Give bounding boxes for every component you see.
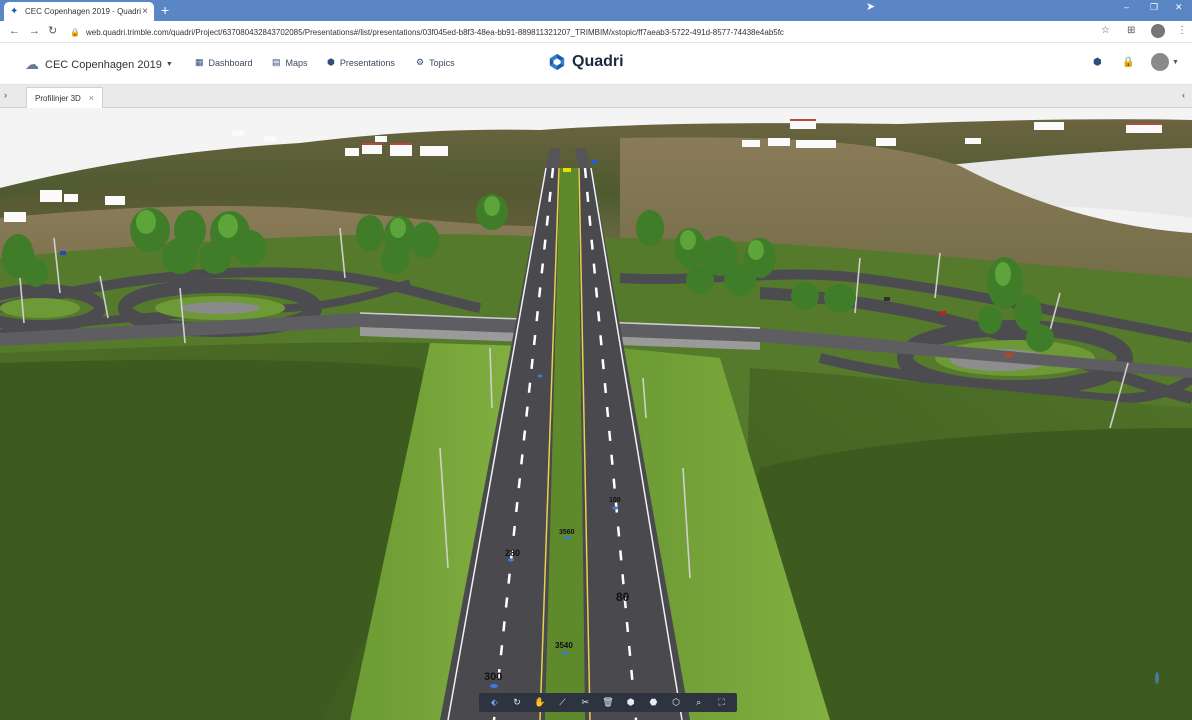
app-window: ✦ CEC Copenhagen 2019 - Quadri × + – ❐ ✕… — [0, 0, 1192, 720]
fullscreen-icon[interactable]: ⛶ — [714, 695, 730, 710]
expand-left-icon[interactable]: › — [4, 90, 7, 100]
hand-icon[interactable]: ✋ — [532, 695, 548, 710]
map-icon: ▤ — [272, 57, 281, 67]
url-field[interactable]: 🔒 web.quadri.trimble.com/quadri/Project/… — [70, 24, 1090, 40]
browser-menu-icon[interactable]: ⋮ — [1177, 25, 1187, 36]
nav-presentations-label: Presentations — [339, 57, 395, 68]
doc-tab-profilinjer-3d[interactable]: Profilinjer 3D × — [26, 87, 104, 108]
browser-profile-avatar[interactable] — [1151, 24, 1165, 38]
browser-tab[interactable]: ✦ CEC Copenhagen 2019 - Quadri × — [4, 2, 154, 21]
topic-icon: ⚙ — [416, 57, 425, 67]
collapse-right-icon[interactable]: ‹ — [1182, 90, 1185, 100]
maximize-icon[interactable]: ❐ — [1150, 2, 1158, 13]
quadri-logo-icon — [549, 53, 565, 71]
new-tab-button[interactable]: + — [161, 3, 169, 17]
cube-section-icon[interactable]: ⬣ — [645, 695, 661, 710]
project-selector[interactable]: ☁ CEC Copenhagen 2019 ▼ — [25, 56, 173, 73]
minimize-icon[interactable]: – — [1124, 2, 1129, 12]
scissors-icon[interactable]: ✂ — [577, 695, 593, 710]
cloud-icon: ☁ — [25, 56, 39, 72]
reload-icon[interactable]: ↻ — [48, 25, 57, 37]
quadri-favicon-icon: ✦ — [10, 5, 19, 17]
nav-maps[interactable]: ▤ Maps — [272, 57, 308, 68]
trash-icon[interactable]: 🗑 — [600, 695, 616, 710]
user-avatar[interactable] — [1151, 53, 1169, 71]
road-label-300: 300 — [484, 671, 503, 683]
nav-topics-label: Topics — [429, 57, 455, 68]
close-tab-icon[interactable]: × — [142, 6, 148, 17]
back-icon[interactable]: ← — [9, 25, 20, 37]
nav-maps-label: Maps — [285, 57, 308, 68]
app-header: ☁ CEC Copenhagen 2019 ▼ ▦ Dashboard ▤ Ma… — [0, 43, 1192, 85]
road-label-3560: 3560 — [559, 529, 575, 536]
caret-down-icon: ▼ — [165, 61, 173, 68]
3d-viewport[interactable]: 300 280 80 3540 3560 100 — [0, 108, 1192, 720]
zoom-icon[interactable]: ⌕ — [691, 695, 707, 710]
doc-tab-label: Profilinjer 3D — [35, 93, 81, 103]
browser-tab-strip: ✦ CEC Copenhagen 2019 - Quadri × + – ❐ ✕ — [0, 0, 1192, 21]
nav-dashboard[interactable]: ▦ Dashboard — [195, 57, 253, 68]
road-label-280: 280 — [505, 548, 521, 558]
project-name: CEC Copenhagen 2019 — [45, 58, 162, 71]
cube-layers-icon[interactable]: ⬡ — [668, 695, 684, 710]
bookmark-star-icon[interactable]: ☆ — [1101, 25, 1110, 36]
close-window-icon[interactable]: ✕ — [1175, 2, 1183, 13]
extension-icon[interactable]: ⊞ — [1127, 25, 1135, 36]
model-cube-icon[interactable]: ⬢ — [1093, 57, 1102, 68]
brand-name: Quadri — [572, 53, 624, 70]
viewer-toolbar: ⬖ ↻ ✋ ⟋ ✂ 🗑 ⬢ ⬣ ⬡ ⌕ ⛶ — [479, 693, 737, 712]
url-text: web.quadri.trimble.com/quadri/Project/63… — [85, 27, 784, 37]
nav-dashboard-label: Dashboard — [208, 57, 253, 68]
forward-icon[interactable]: → — [29, 25, 40, 37]
3d-scene — [0, 108, 1192, 720]
cube-icon[interactable]: ⬢ — [623, 695, 639, 710]
road-label-100: 100 — [609, 497, 621, 504]
caret-down-icon[interactable]: ▼ — [1172, 59, 1179, 66]
quadri-brand: Quadri — [548, 53, 624, 71]
address-bar: ← → ↻ 🔒 web.quadri.trimble.com/quadri/Pr… — [0, 21, 1192, 43]
grid-icon: ▦ — [195, 57, 204, 67]
cube-icon: ⬢ — [327, 57, 335, 67]
nav-topics[interactable]: ⚙ Topics — [416, 57, 455, 68]
nav-presentations[interactable]: ⬢ Presentations — [327, 57, 395, 68]
close-doc-tab-icon[interactable]: × — [89, 93, 94, 103]
rotate-icon[interactable]: ↻ — [509, 695, 525, 710]
road-label-80: 80 — [616, 590, 630, 604]
lock-icon: 🔒 — [70, 27, 80, 37]
road-label-3540: 3540 — [555, 641, 573, 650]
ruler-icon[interactable]: ⟋ — [555, 695, 571, 710]
tag-icon[interactable]: ⬖ — [486, 695, 502, 710]
mouse-cursor-icon: ➤ — [866, 1, 876, 13]
document-tab-row: › Profilinjer 3D × ‹ — [0, 85, 1192, 108]
lock-icon[interactable]: 🔒 — [1122, 57, 1134, 68]
browser-tab-title: CEC Copenhagen 2019 - Quadri — [25, 7, 142, 16]
